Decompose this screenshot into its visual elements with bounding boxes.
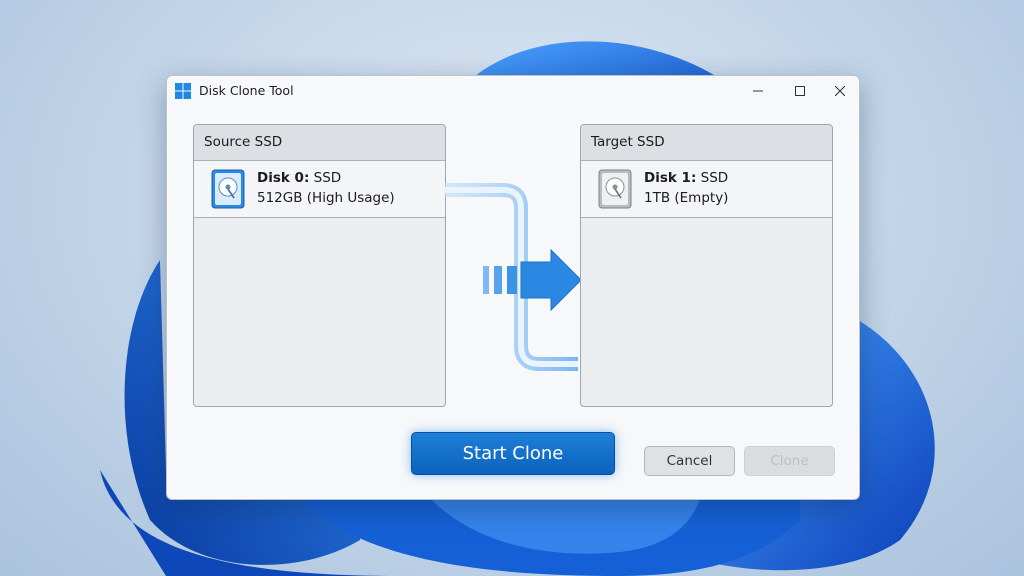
- window-title: Disk Clone Tool: [199, 83, 294, 98]
- target-disk-label: Disk 1:: [644, 170, 697, 186]
- source-disk-type: SSD: [313, 170, 342, 186]
- source-panel: Source SSD Disk 0: SSD 512GB (High Usage…: [193, 124, 446, 407]
- blue-drive-icon: [211, 169, 245, 209]
- source-disk-name: Disk 0: SSD: [257, 170, 341, 186]
- windows-logo-icon: [175, 83, 191, 99]
- close-icon: [835, 86, 845, 96]
- start-clone-button[interactable]: Start Clone: [411, 432, 615, 475]
- disk-clone-window: Disk Clone Tool Source SSD Disk 0: SSD 5…: [166, 75, 860, 500]
- target-panel-header: Target SSD: [581, 125, 832, 161]
- clone-flow-arrow: [445, 183, 582, 371]
- source-panel-header: Source SSD: [194, 125, 445, 161]
- target-panel: Target SSD Disk 1: SSD 1TB (Empty): [580, 124, 833, 407]
- maximize-icon: [795, 86, 805, 96]
- clone-button[interactable]: Clone: [744, 446, 835, 476]
- maximize-button[interactable]: [780, 79, 820, 103]
- target-disk-name: Disk 1: SSD: [644, 170, 728, 186]
- source-disk-label: Disk 0:: [257, 170, 310, 186]
- target-disk-info: 1TB (Empty): [644, 190, 729, 206]
- source-disk-item[interactable]: Disk 0: SSD 512GB (High Usage): [194, 161, 445, 218]
- gray-drive-icon: [598, 169, 632, 209]
- target-disk-type: SSD: [700, 170, 729, 186]
- target-disk-item[interactable]: Disk 1: SSD 1TB (Empty): [581, 161, 832, 218]
- close-button[interactable]: [820, 79, 859, 103]
- minimize-icon: [753, 90, 763, 92]
- minimize-button[interactable]: [738, 79, 778, 103]
- source-disk-info: 512GB (High Usage): [257, 190, 395, 206]
- title-bar[interactable]: Disk Clone Tool: [167, 76, 859, 106]
- cancel-button[interactable]: Cancel: [644, 446, 735, 476]
